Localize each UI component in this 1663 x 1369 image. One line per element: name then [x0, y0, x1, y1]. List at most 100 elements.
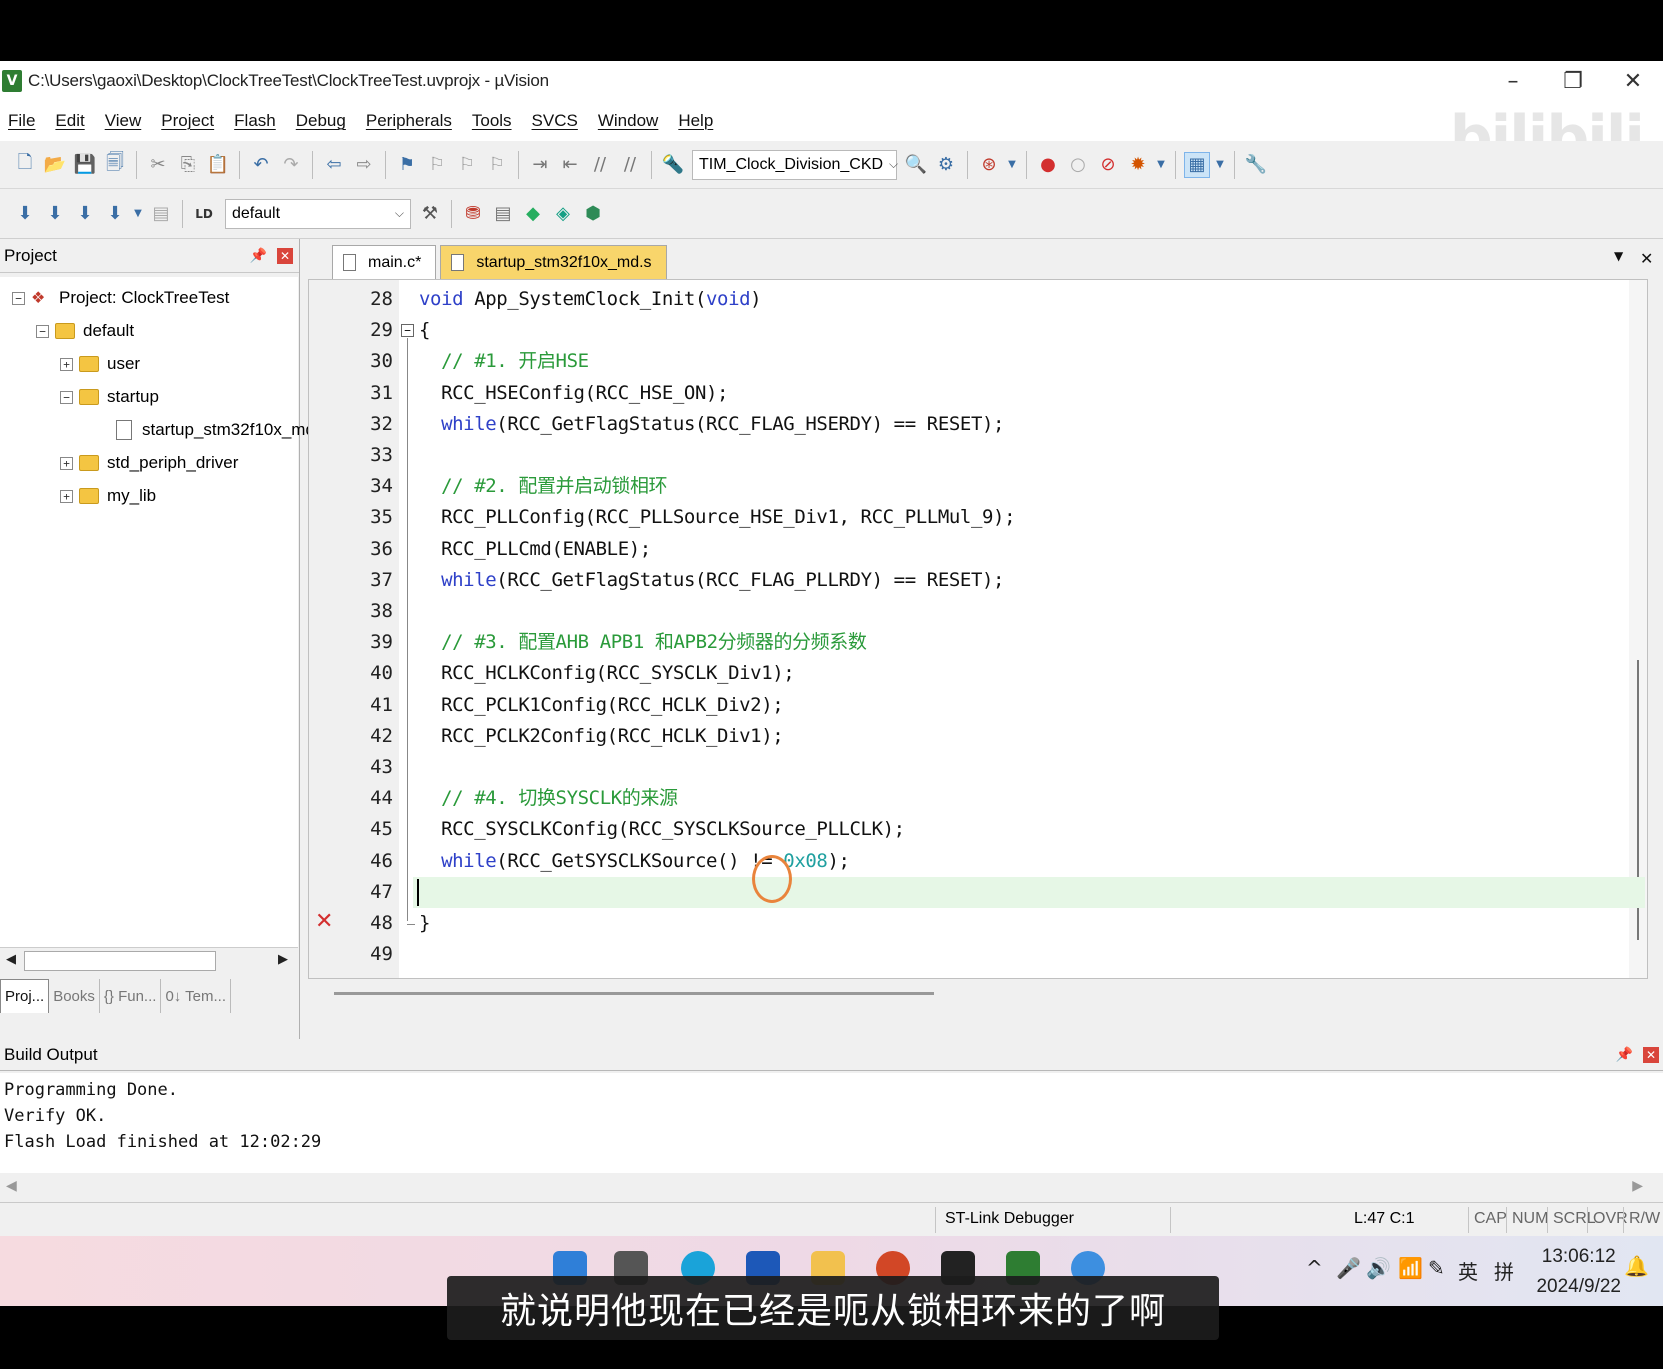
comment-icon[interactable]: // [587, 152, 613, 178]
kill-breakpoints-icon[interactable]: ⊘ [1095, 152, 1121, 178]
tree-item-startup-stm32f10x-md-[interactable]: startup_stm32f10x_md. [96, 415, 320, 445]
dropdown-arrow-icon[interactable]: ▼ [1155, 152, 1167, 178]
project-tree-scrollbar[interactable]: ◀ ▶ [0, 947, 298, 973]
cut-icon[interactable]: ✂ [145, 152, 171, 178]
menu-flash[interactable]: Flash [234, 111, 276, 131]
copy-icon[interactable]: ⎘ [175, 152, 201, 178]
prev-bookmark-icon[interactable]: ⚐ [424, 152, 450, 178]
collapse-icon[interactable]: − [60, 390, 73, 404]
uncomment-icon[interactable]: // [617, 152, 643, 178]
notification-bell-icon[interactable]: 🔔 [1624, 1254, 1649, 1278]
panel-tab-3[interactable]: 0↓ Tem... [161, 979, 232, 1013]
target-options-icon[interactable]: ⚒ [417, 201, 443, 227]
scrollbar-thumb[interactable] [24, 951, 216, 971]
ime-pinyin-label[interactable]: 拼 [1494, 1256, 1514, 1285]
code-line[interactable]: RCC_HSEConfig(RCC_HSE_ON); [419, 378, 728, 409]
download-icon[interactable]: LD [191, 201, 217, 227]
menu-help[interactable]: Help [678, 111, 713, 131]
panel-tab-2[interactable]: {} Fun... [100, 979, 162, 1013]
expand-icon[interactable]: + [60, 357, 73, 371]
code-line[interactable]: } [419, 908, 430, 939]
pack-installer-icon[interactable]: ◈ [550, 201, 576, 227]
indent-icon[interactable]: ⇥ [527, 152, 553, 178]
code-line[interactable]: RCC_SYSCLKConfig(RCC_SYSCLKSource_PLLCLK… [419, 814, 905, 845]
tree-item-default[interactable]: − default [36, 316, 134, 346]
code-line[interactable]: RCC_PCLK1Config(RCC_HCLK_Div2); [419, 690, 784, 721]
close-panel-icon[interactable]: ✕ [277, 247, 293, 264]
menu-debug[interactable]: Debug [296, 111, 346, 131]
scrollbar-thumb[interactable] [334, 992, 934, 995]
run-time-env-icon[interactable]: ◆ [520, 201, 546, 227]
dropdown-arrow-icon[interactable]: ▼ [1214, 152, 1226, 178]
microphone-icon[interactable]: 🎤 [1336, 1256, 1361, 1280]
save-all-icon[interactable]: 🗐 [102, 152, 128, 178]
manage-components-icon[interactable]: ⛃ [460, 201, 486, 227]
volume-icon[interactable]: 🔊 [1366, 1256, 1391, 1280]
open-folder-icon[interactable]: 📂 [42, 152, 68, 178]
code-line[interactable]: RCC_PLLConfig(RCC_PLLSource_HSE_Div1, RC… [419, 502, 1015, 533]
breakpoint-icon[interactable]: ● [1035, 152, 1061, 178]
editor-vertical-scrollbar[interactable] [1629, 280, 1647, 978]
tree-item-project-clocktreetest[interactable]: − ❖ Project: ClockTreeTest [12, 283, 229, 313]
configure-icon[interactable]: ✹ [1125, 152, 1151, 178]
menu-window[interactable]: Window [598, 111, 658, 131]
code-line[interactable]: while(RCC_GetFlagStatus(RCC_FLAG_HSERDY)… [419, 409, 1004, 440]
tab-list-dropdown-icon[interactable]: ▼ [1614, 249, 1623, 263]
editor-tab-1[interactable]: startup_stm32f10x_md.s [440, 245, 667, 279]
window-layout-icon[interactable]: ▦ [1184, 151, 1210, 178]
wrench-icon[interactable]: 🔧 [1243, 152, 1269, 178]
paste-icon[interactable]: 📋 [205, 152, 231, 178]
collapse-icon[interactable]: − [36, 324, 49, 338]
build-output-text[interactable]: Programming Done. Verify OK. Flash Load fi… [0, 1073, 1663, 1173]
tree-item-user[interactable]: + user [60, 349, 140, 379]
navigate-forward-icon[interactable]: ⇨ [351, 152, 377, 178]
close-panel-icon[interactable]: ✕ [1643, 1046, 1659, 1063]
show-hidden-icons[interactable]: ^ [1306, 1256, 1323, 1280]
code-line[interactable]: // #1. 开启HSE [419, 346, 589, 377]
build-target-select[interactable]: default ⌵ [225, 198, 411, 229]
dropdown-arrow-icon[interactable]: ▼ [132, 201, 144, 227]
rebuild-icon[interactable]: ⬇ [72, 201, 98, 227]
collapse-icon[interactable]: − [12, 291, 25, 305]
new-file-icon[interactable]: 🗋 [12, 152, 38, 178]
menu-peripherals[interactable]: Peripherals [366, 111, 452, 131]
pen-icon[interactable]: ✎ [1428, 1256, 1445, 1280]
bookmark-icon[interactable]: ⚑ [394, 152, 420, 178]
batch-build-icon[interactable]: ⬇ [102, 201, 128, 227]
close-tab-icon[interactable]: ✕ [1640, 249, 1653, 268]
expand-icon[interactable]: + [60, 489, 73, 503]
minimize-button[interactable]: – [1483, 61, 1543, 101]
code-line[interactable]: // #4. 切换SYSCLK的来源 [419, 783, 678, 814]
pin-icon[interactable]: 📌 [1616, 1047, 1633, 1063]
menu-svcs[interactable]: SVCS [532, 111, 578, 131]
menu-edit[interactable]: Edit [55, 111, 84, 131]
incremental-find-icon[interactable]: ⚙ [933, 152, 959, 178]
find-text-select[interactable]: TIM_Clock_Division_CKD ⌵ [692, 149, 898, 180]
scroll-left-icon[interactable]: ◀ [6, 952, 16, 967]
find-in-files-icon[interactable]: 🔦 [660, 152, 686, 178]
build-output-scrollbar[interactable]: ◀ ▶ [0, 1173, 1663, 1201]
translate-icon[interactable]: ⬇ [12, 201, 38, 227]
code-line[interactable]: void App_SystemClock_Init(void) [419, 284, 762, 315]
tree-item-startup[interactable]: − startup [60, 382, 159, 412]
unindent-icon[interactable]: ⇤ [557, 152, 583, 178]
code-line[interactable]: // #3. 配置AHB APB1 和APB2分频器的分频系数 [419, 627, 867, 658]
close-button[interactable]: ✕ [1603, 61, 1663, 101]
restore-button[interactable]: ❐ [1543, 61, 1603, 101]
panel-tab-1[interactable]: Books [49, 979, 100, 1013]
expand-icon[interactable]: + [60, 456, 73, 470]
menu-file[interactable]: File [8, 111, 35, 131]
tree-item-my-lib[interactable]: + my_lib [60, 481, 156, 511]
wifi-icon[interactable]: 📶 [1398, 1256, 1423, 1280]
menu-tools[interactable]: Tools [472, 111, 512, 131]
panel-tab-0[interactable]: Proj... [0, 979, 50, 1013]
taskbar-clock[interactable]: 13:06:12 2024/9/22 [1536, 1242, 1621, 1302]
build-icon[interactable]: ⬇ [42, 201, 68, 227]
editor-horizontal-scrollbar[interactable] [308, 981, 1648, 1007]
redo-icon[interactable]: ↷ [278, 152, 304, 178]
fold-collapse-icon[interactable]: − [401, 324, 414, 338]
scroll-right-icon[interactable]: ▶ [1632, 1177, 1643, 1194]
software-packs-icon[interactable]: ⬢ [580, 201, 606, 227]
menu-project[interactable]: Project [161, 111, 214, 131]
stop-build-icon[interactable]: ▤ [148, 201, 174, 227]
